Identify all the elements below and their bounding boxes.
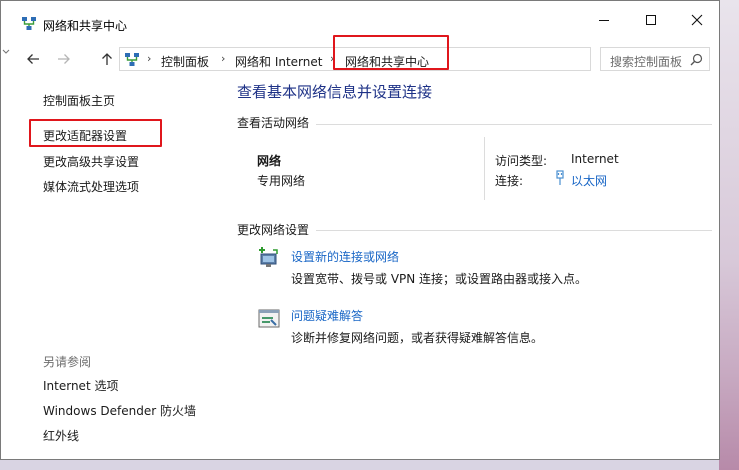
active-networks-heading: 查看活动网络	[237, 116, 310, 130]
breadcrumb-network-internet[interactable]: 网络和 Internet	[235, 53, 322, 70]
breadcrumb-control-panel[interactable]: 控制面板	[161, 53, 209, 70]
maximize-button[interactable]	[628, 1, 674, 39]
sidebar-item-change-advanced-sharing[interactable]: 更改高级共享设置	[43, 153, 139, 170]
vertical-divider	[484, 137, 485, 200]
main-content: 查看基本网络信息并设置连接 查看活动网络 网络 专用网络 访问类型: Inter…	[223, 73, 719, 459]
back-arrow-icon[interactable]	[25, 51, 41, 67]
see-also-heading: 另请参阅	[43, 355, 92, 369]
page-title: 查看基本网络信息并设置连接	[237, 83, 433, 101]
section-divider	[316, 124, 712, 125]
control-panel-network-icon	[125, 53, 139, 66]
search-placeholder: 搜索控制面板	[610, 55, 683, 69]
ethernet-connection-link[interactable]: 以太网	[571, 172, 607, 189]
minimize-icon	[599, 20, 609, 21]
see-also-internet-options[interactable]: Internet 选项	[43, 377, 118, 394]
close-button[interactable]	[674, 1, 720, 39]
new-connection-icon	[259, 247, 278, 267]
search-input[interactable]: 搜索控制面板	[600, 47, 710, 71]
setup-new-connection-link[interactable]: 设置新的连接或网络	[291, 248, 399, 265]
ethernet-icon	[556, 170, 564, 185]
close-icon	[691, 14, 703, 26]
change-settings-heading: 更改网络设置	[237, 223, 310, 237]
sidebar-item-media-streaming[interactable]: 媒体流式处理选项	[43, 178, 139, 195]
breadcrumb-chevron-right-icon[interactable]: ›	[221, 52, 225, 65]
network-sharing-center-window: 网络和共享中心 › 控制面板 › 网络和 Internet › 网络和共享中心 …	[0, 0, 720, 460]
troubleshoot-problems-link[interactable]: 问题疑难解答	[291, 307, 363, 324]
connections-label: 连接:	[495, 174, 524, 188]
desktop-wallpaper	[719, 0, 739, 470]
see-also-windows-defender-firewall[interactable]: Windows Defender 防火墙	[43, 402, 196, 419]
access-type-value: Internet	[571, 152, 619, 166]
forward-arrow-icon[interactable]	[56, 51, 72, 67]
breadcrumb-chevron-right-icon[interactable]: ›	[147, 52, 151, 65]
breadcrumb-highlight-box	[333, 35, 449, 70]
network-icon	[22, 17, 36, 30]
see-also-infrared[interactable]: 红外线	[43, 427, 79, 444]
adapter-settings-highlight-box	[29, 119, 162, 147]
network-name: 网络	[257, 154, 282, 168]
maximize-icon	[646, 15, 656, 25]
network-category[interactable]: 专用网络	[257, 172, 305, 189]
troubleshoot-problems-description: 诊断并修复网络问题，或者获得疑难解答信息。	[291, 331, 544, 345]
up-arrow-icon[interactable]	[99, 51, 115, 67]
access-type-label: 访问类型:	[495, 154, 548, 168]
minimize-button[interactable]	[581, 1, 627, 39]
troubleshoot-icon	[258, 309, 280, 328]
title-bar[interactable]: 网络和共享中心	[1, 1, 719, 39]
section-divider	[316, 230, 712, 231]
search-icon[interactable]	[690, 53, 703, 66]
recent-locations-chevron-down-icon[interactable]	[1, 45, 11, 57]
setup-new-connection-description: 设置宽带、拨号或 VPN 连接；或设置路由器或接入点。	[291, 272, 588, 286]
sidebar-item-control-panel-home[interactable]: 控制面板主页	[43, 92, 115, 109]
window-title: 网络和共享中心	[43, 19, 128, 33]
